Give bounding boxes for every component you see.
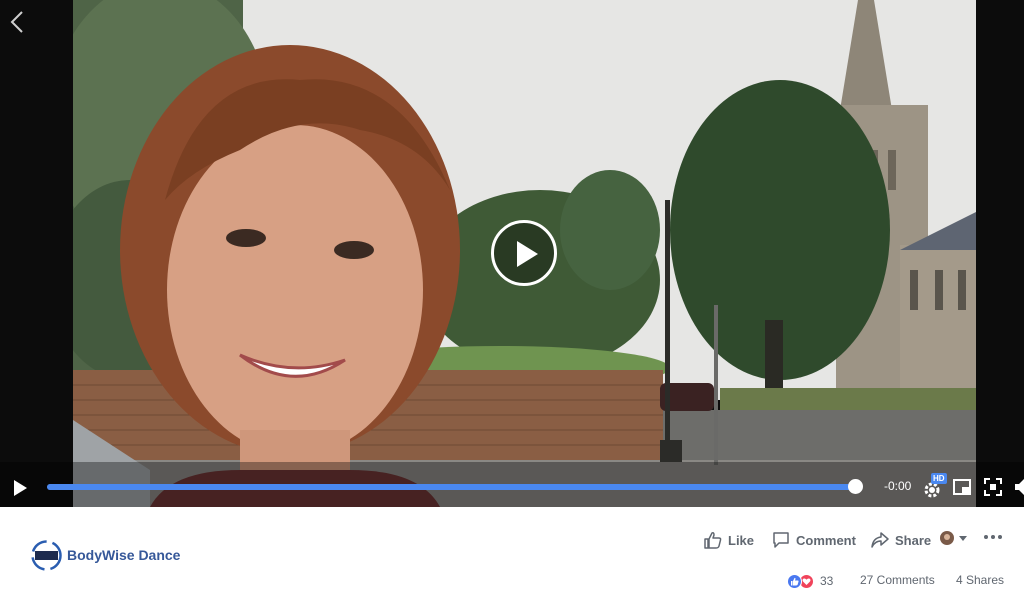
- pip-button[interactable]: [953, 478, 971, 496]
- thumbs-up-icon: [704, 532, 722, 549]
- fullscreen-button[interactable]: [984, 478, 1002, 496]
- shares-count-link[interactable]: 4 Shares: [956, 573, 1004, 589]
- video-player[interactable]: -0:00 HD: [0, 0, 1024, 507]
- progress-fill: [47, 484, 855, 490]
- volume-button[interactable]: [1013, 478, 1024, 496]
- page-avatar[interactable]: [31, 540, 62, 571]
- center-play-button[interactable]: [491, 220, 557, 286]
- time-remaining: -0:00: [884, 479, 912, 493]
- pip-icon: [953, 479, 971, 495]
- play-icon: [14, 480, 27, 496]
- comment-label: Comment: [796, 532, 856, 548]
- like-reaction-icon: [787, 573, 802, 589]
- like-button[interactable]: Like: [704, 530, 754, 550]
- fullscreen-icon: [984, 478, 1002, 496]
- comments-count-link[interactable]: 27 Comments: [860, 573, 935, 589]
- progress-scrubber[interactable]: [47, 479, 863, 494]
- share-arrow-icon: [871, 532, 889, 548]
- back-button[interactable]: [6, 8, 28, 36]
- reactions-summary[interactable]: 33: [787, 573, 833, 589]
- video-controls: -0:00 HD: [0, 470, 1024, 507]
- share-label: Share: [895, 532, 932, 548]
- viewer-avatar: [940, 531, 954, 545]
- audience-selector[interactable]: [940, 530, 970, 546]
- reaction-count: 33: [820, 574, 834, 588]
- play-pause-button[interactable]: [10, 478, 30, 498]
- hd-badge: HD: [931, 473, 947, 484]
- comment-button[interactable]: Comment: [772, 530, 856, 550]
- back-chevron-icon: [10, 11, 23, 33]
- page-name-link[interactable]: BodyWise Dance: [67, 547, 180, 563]
- chevron-down-icon: [959, 536, 967, 541]
- share-button[interactable]: Share: [871, 530, 931, 550]
- like-label: Like: [728, 532, 755, 548]
- volume-icon: [1015, 479, 1024, 495]
- progress-knob[interactable]: [848, 479, 863, 494]
- post-footer: BodyWise Dance Like Comment Share 33 27 …: [0, 507, 1024, 608]
- ellipsis-icon[interactable]: [983, 533, 1003, 541]
- comment-bubble-icon: [773, 532, 789, 548]
- play-icon: [517, 241, 538, 267]
